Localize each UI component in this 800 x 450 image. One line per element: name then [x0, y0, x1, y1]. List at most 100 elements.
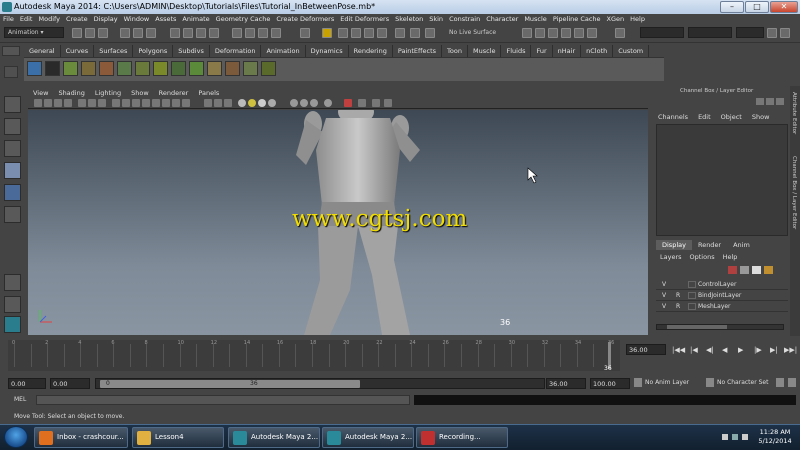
layer-color-swatch[interactable] — [688, 281, 696, 288]
character-set-dropdown[interactable]: No Character Set — [717, 379, 768, 386]
xgen-length-icon[interactable] — [261, 61, 276, 76]
channel-menu-edit[interactable]: Edit — [698, 113, 711, 121]
ipr-render-icon[interactable] — [258, 28, 268, 38]
xgen-preview-icon[interactable] — [45, 61, 60, 76]
xgen-guide-icon[interactable] — [243, 61, 258, 76]
shelf-tab-deformation[interactable]: Deformation — [210, 45, 262, 57]
taskbar-item-autodesk-maya-2[interactable]: Autodesk Maya 2... — [322, 427, 414, 448]
shelf-tab-surfaces[interactable]: Surfaces — [94, 45, 134, 57]
channel-menu-show[interactable]: Show — [752, 113, 770, 121]
new-layer-selected-icon[interactable] — [764, 266, 773, 274]
channel-box-icon-1[interactable] — [756, 98, 764, 105]
layer-color-swatch[interactable] — [688, 303, 696, 310]
shelf-menu-icon[interactable] — [2, 46, 20, 56]
four-pane-layout-icon[interactable] — [4, 296, 21, 313]
layer-name[interactable]: ControlLayer — [698, 279, 736, 290]
layer-visibility-toggle[interactable]: V — [662, 301, 666, 312]
taskbar-item-recording[interactable]: Recording... — [416, 427, 508, 448]
snap-curve-icon[interactable] — [183, 28, 193, 38]
shelf-tab-muscle[interactable]: Muscle — [468, 45, 502, 57]
go-to-start-icon[interactable]: |◀◀ — [672, 346, 685, 354]
current-frame-field[interactable]: 36.00 — [626, 344, 666, 355]
menu-display[interactable]: Display — [91, 14, 121, 24]
step-forward-key-icon[interactable]: |▶ — [754, 346, 762, 354]
shelf-tab-painteffects[interactable]: PaintEffects — [393, 45, 443, 57]
scale-tool-icon[interactable] — [4, 206, 21, 223]
anim-layer-dropdown[interactable]: No Anim Layer — [645, 379, 689, 386]
isolate-select-icon[interactable] — [204, 99, 212, 107]
range-slider[interactable]: 0 36 — [95, 378, 545, 389]
step-forward-frame-icon[interactable]: ▶| — [770, 346, 778, 354]
shelf-tab-rendering[interactable]: Rendering — [349, 45, 393, 57]
auto-key-icon[interactable] — [776, 378, 784, 387]
bookmark-icon[interactable] — [54, 99, 62, 107]
shelf-tab-toon[interactable]: Toon — [442, 45, 468, 57]
xgen-noise-icon[interactable] — [189, 61, 204, 76]
lock-icon[interactable] — [322, 28, 332, 38]
layer-tab-display[interactable]: Display — [656, 240, 692, 250]
menu-assets[interactable]: Assets — [152, 14, 179, 24]
channel-box-icon-3[interactable] — [776, 98, 784, 105]
reflection-icon[interactable] — [377, 28, 387, 38]
menu-window[interactable]: Window — [121, 14, 153, 24]
shelf-tab-subdivs[interactable]: Subdivs — [173, 45, 210, 57]
layer-row[interactable]: V R MeshLayer — [656, 301, 788, 312]
render-region-icon[interactable] — [535, 28, 545, 38]
layer-visibility-toggle[interactable]: V — [662, 290, 666, 301]
play-forwards-icon[interactable]: ▶ — [738, 346, 743, 354]
live-object-icon[interactable] — [395, 28, 405, 38]
select-component-icon[interactable] — [146, 28, 156, 38]
panel-menu-renderer[interactable]: Renderer — [154, 88, 194, 98]
layer-row[interactable]: V ControlLayer — [656, 279, 788, 290]
step-back-key-icon[interactable]: ◀| — [706, 346, 714, 354]
snap-plane-icon[interactable] — [209, 28, 219, 38]
taskbar-item-autodesk-maya-2[interactable]: Autodesk Maya 2... — [228, 427, 320, 448]
shelf-tab-dynamics[interactable]: Dynamics — [306, 45, 349, 57]
tray-clock[interactable]: 11:28 AM 5/12/2014 — [754, 428, 796, 446]
xgen-region-icon[interactable] — [225, 61, 240, 76]
taskbar-item-inbox-crashcour[interactable]: Inbox - crashcour... — [34, 427, 128, 448]
relative-transform-icon[interactable] — [615, 28, 625, 38]
select-highlighted-icon[interactable] — [338, 28, 348, 38]
minimize-button[interactable]: – — [720, 1, 744, 13]
camera-attributes-icon[interactable] — [44, 99, 52, 107]
move-tool-icon[interactable] — [522, 28, 532, 38]
outliner-layout-icon[interactable] — [4, 316, 21, 333]
render-view-icon[interactable] — [425, 28, 435, 38]
move-tool-icon[interactable] — [4, 162, 21, 179]
shelf-tab-animation[interactable]: Animation — [261, 45, 306, 57]
menu-edit[interactable]: Edit — [17, 14, 36, 24]
mel-label[interactable]: MEL — [14, 396, 26, 403]
new-layer-icon[interactable] — [728, 266, 737, 274]
rotate-tool-icon[interactable] — [4, 184, 21, 201]
gamma-icon[interactable] — [372, 99, 380, 107]
image-plane-icon[interactable] — [64, 99, 72, 107]
menu-help[interactable]: Help — [627, 14, 648, 24]
shelf-options-icon[interactable] — [4, 66, 18, 78]
close-button[interactable]: ✕ — [770, 1, 798, 13]
layer-menu-layers[interactable]: Layers — [660, 253, 682, 261]
xgen-primitive-icon[interactable] — [27, 61, 42, 76]
hypershade-icon[interactable] — [587, 28, 597, 38]
xgen-density-icon[interactable] — [207, 61, 222, 76]
tray-volume-icon[interactable] — [742, 434, 748, 440]
stereo-icon[interactable] — [344, 99, 352, 107]
layer-menu-help[interactable]: Help — [723, 253, 738, 261]
menu-modify[interactable]: Modify — [35, 14, 63, 24]
magnet-icon[interactable] — [364, 28, 374, 38]
xgen-cut-icon[interactable] — [171, 61, 186, 76]
tray-up-arrow-icon[interactable] — [722, 434, 728, 440]
wireframe-on-shaded-icon[interactable] — [132, 99, 140, 107]
menu-animate[interactable]: Animate — [179, 14, 212, 24]
time-slider[interactable]: 0 2 4 6 8 10 12 14 16 18 20 22 24 26 28 30 32 34 36 — [8, 340, 620, 371]
panel-menu-shading[interactable]: Shading — [53, 88, 89, 98]
panel-menu-view[interactable]: View — [28, 88, 53, 98]
layer-reference-toggle[interactable]: R — [676, 301, 680, 312]
motion-blur-icon[interactable] — [324, 99, 332, 107]
textured-icon[interactable] — [142, 99, 150, 107]
menu-set-dropdown[interactable]: Animation ▾ — [4, 27, 64, 38]
shelf-tab-custom[interactable]: Custom — [613, 45, 650, 57]
channel-box-area[interactable] — [656, 124, 788, 236]
layer-reference-toggle[interactable]: R — [676, 290, 680, 301]
layer-color-swatch[interactable] — [688, 292, 696, 299]
